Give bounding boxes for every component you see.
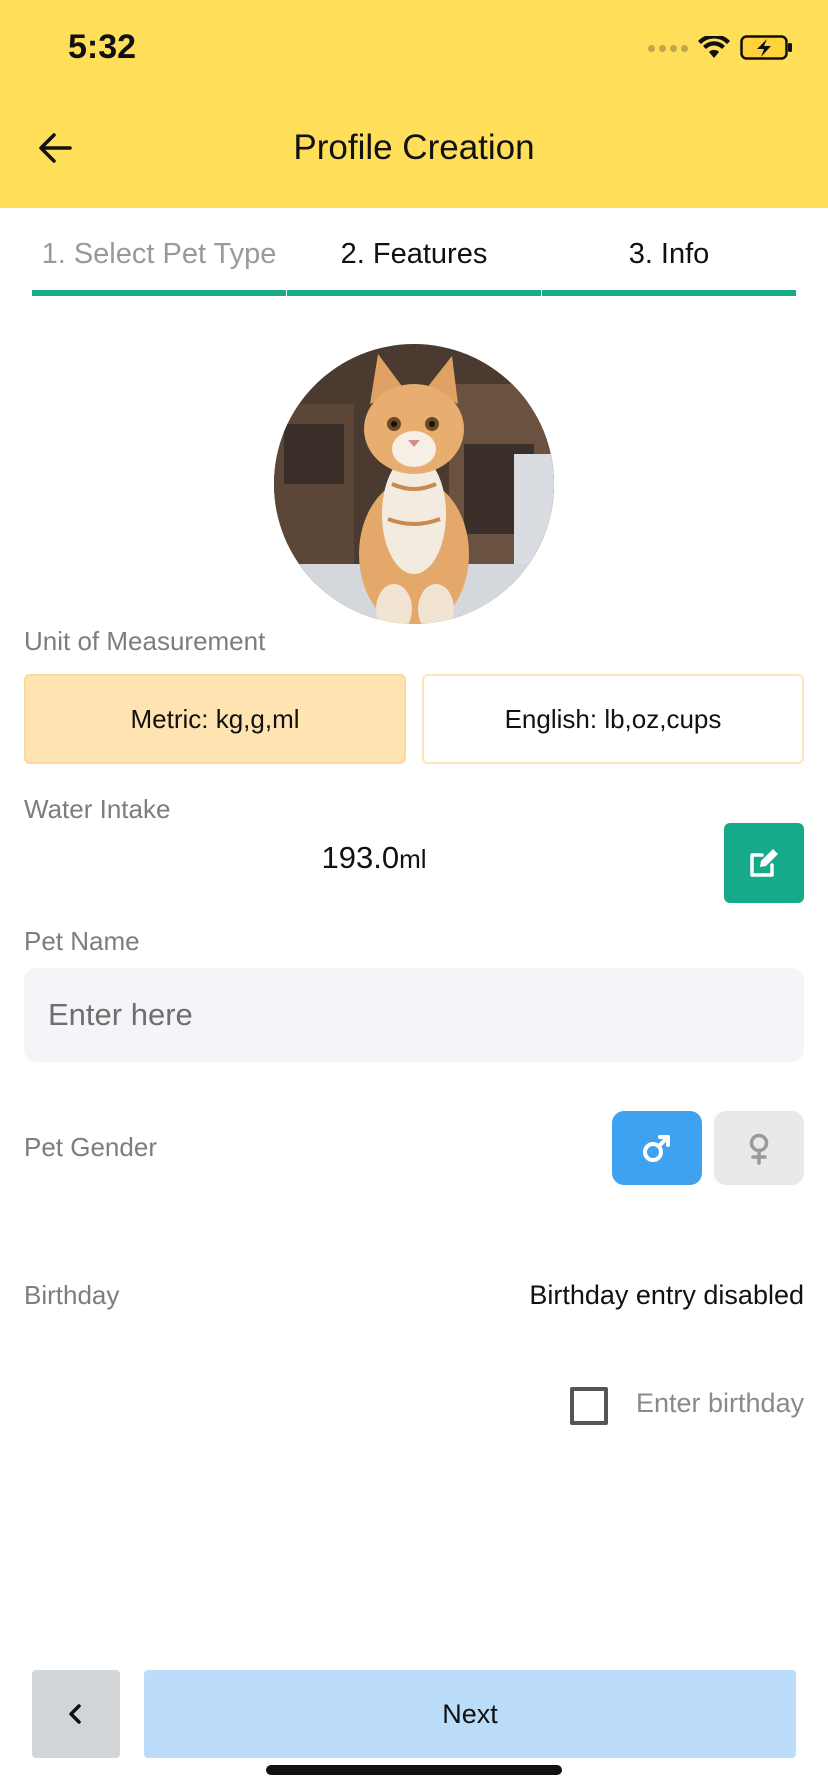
water-intake-number: 193.0: [321, 840, 400, 875]
tab-info[interactable]: 3. Info: [541, 228, 796, 296]
step-tabs: 1. Select Pet Type 2. Features 3. Info: [32, 228, 796, 296]
header: 5:32 Profile Creation: [0, 0, 828, 208]
tab-progress-bar: [287, 290, 541, 296]
wifi-icon: [698, 36, 730, 58]
status-time: 5:32: [68, 28, 137, 66]
tab-progress-bar: [32, 290, 286, 296]
enter-birthday-label[interactable]: Enter birthday: [636, 1388, 804, 1419]
enter-birthday-checkbox[interactable]: [570, 1387, 608, 1425]
tab-label: 1. Select Pet Type: [41, 238, 277, 270]
cellular-signal-icon: [648, 44, 688, 52]
battery-charging-icon: [740, 35, 792, 60]
birthday-label: Birthday: [24, 1280, 120, 1310]
home-indicator[interactable]: [266, 1765, 562, 1775]
status-icons: [648, 34, 794, 62]
water-intake-unit: ml: [399, 844, 427, 874]
birthday-status-text: Birthday entry disabled: [529, 1280, 804, 1310]
pet-gender-label: Pet Gender: [24, 1132, 157, 1162]
water-intake-label: Water Intake: [24, 794, 171, 824]
female-gender-button[interactable]: [714, 1111, 804, 1185]
tab-label: 2. Features: [340, 238, 488, 270]
tab-features[interactable]: 2. Features: [286, 228, 541, 296]
edit-icon: [750, 849, 778, 877]
english-unit-label: English: lb,oz,cups: [504, 703, 722, 734]
english-unit-button[interactable]: English: lb,oz,cups: [422, 674, 804, 764]
pet-name-input[interactable]: [24, 968, 804, 1062]
male-symbol-icon: [643, 1135, 670, 1162]
metric-unit-button[interactable]: Metric: kg,g,ml: [24, 674, 406, 764]
tab-progress-bar: [542, 290, 796, 296]
female-symbol-icon: [749, 1133, 769, 1165]
page-title: Profile Creation: [293, 128, 535, 167]
next-button-label: Next: [442, 1698, 498, 1729]
water-intake-value: 193.0ml: [0, 840, 748, 876]
tab-label: 3. Info: [628, 238, 710, 270]
previous-step-button[interactable]: [32, 1670, 120, 1758]
metric-unit-label: Metric: kg,g,ml: [130, 703, 300, 734]
unit-of-measurement-label: Unit of Measurement: [24, 626, 266, 656]
chevron-left-icon: [69, 1704, 81, 1724]
tab-select-pet-type[interactable]: 1. Select Pet Type: [32, 228, 286, 296]
edit-water-intake-button[interactable]: [724, 823, 804, 903]
next-button[interactable]: Next: [144, 1670, 796, 1758]
pet-photo[interactable]: [274, 344, 554, 624]
cat-photo-illustration: [274, 344, 554, 624]
pet-name-label: Pet Name: [24, 926, 140, 956]
profile-creation-screen: 5:32 Profile Creation 1. Select Pet Type: [0, 0, 828, 1792]
male-gender-button[interactable]: [612, 1111, 702, 1185]
